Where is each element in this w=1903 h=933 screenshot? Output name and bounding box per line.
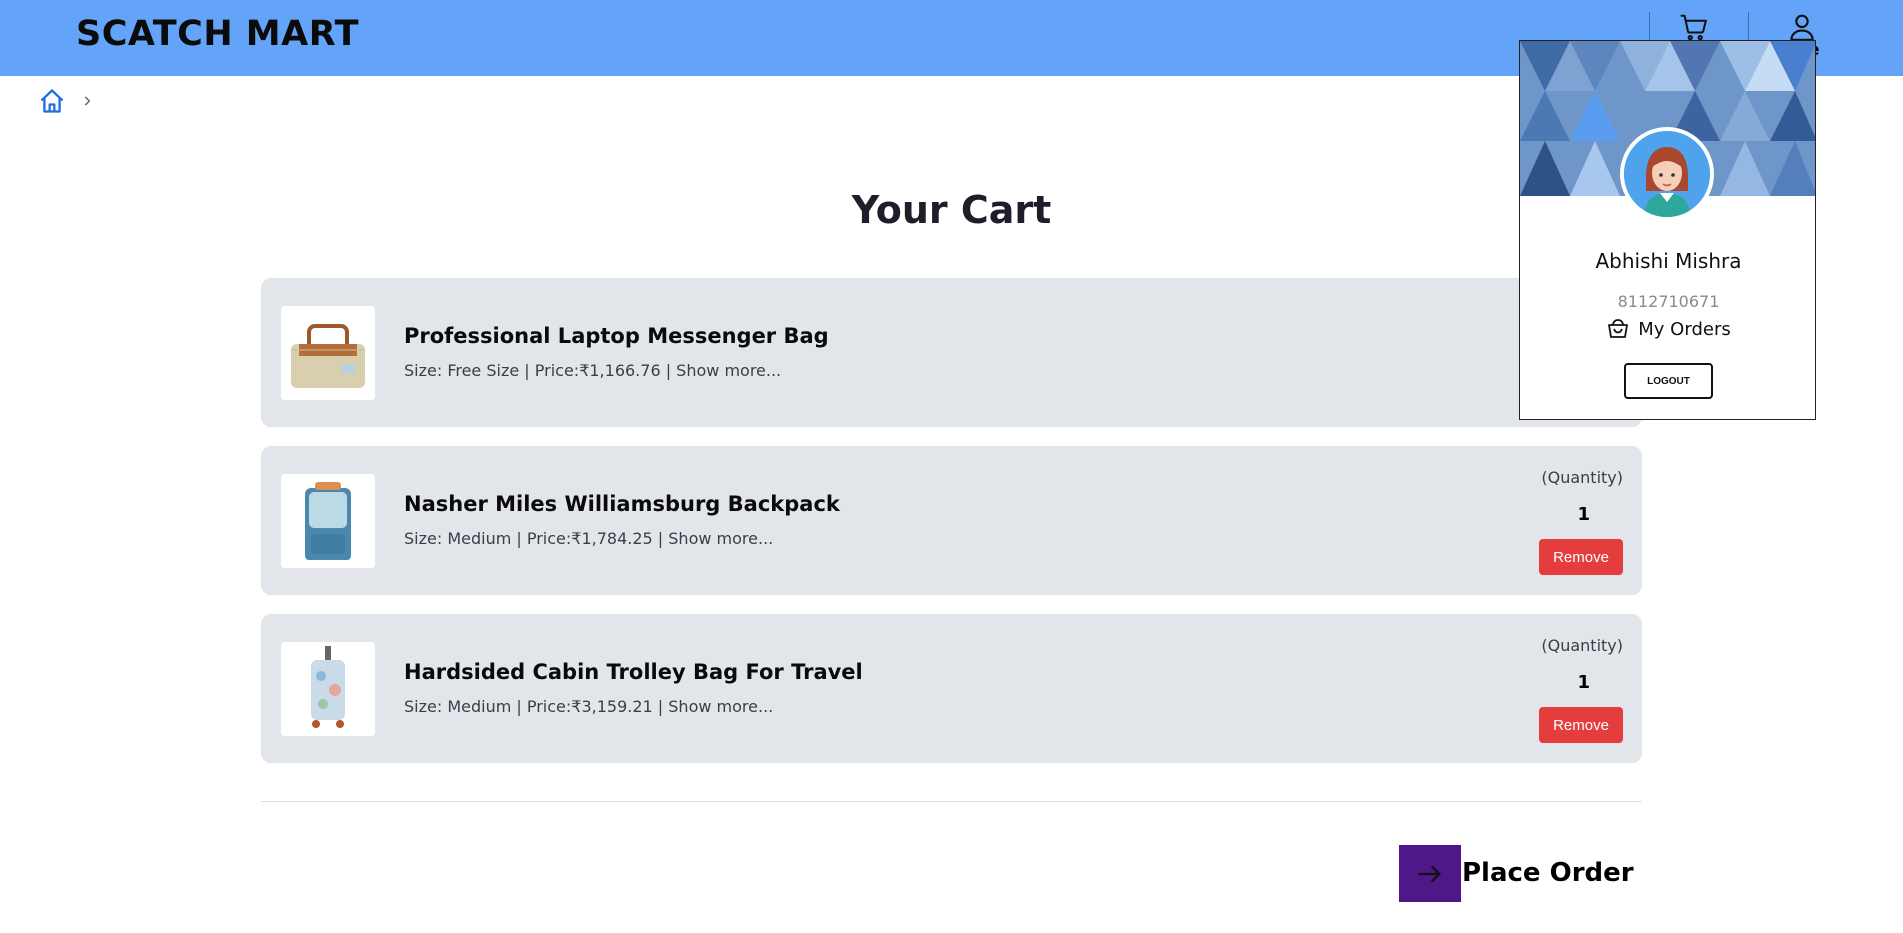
cart-item: Professional Laptop Messenger Bag Size: … [261,278,1642,427]
product-name[interactable]: Professional Laptop Messenger Bag [404,324,829,348]
quantity-label: (Quantity) [1541,468,1623,487]
breadcrumb [38,86,94,116]
place-order-label[interactable]: Place Order [1462,858,1634,888]
cart-item: Nasher Miles Williamsburg Backpack Size:… [261,446,1642,595]
chevron-right-icon [84,96,91,106]
place-order-button[interactable] [1399,845,1461,902]
navbar-divider [1748,12,1749,40]
quantity-value: 1 [1577,504,1590,525]
product-name[interactable]: Nasher Miles Williamsburg Backpack [404,492,840,516]
my-orders-label[interactable]: My Orders [1638,319,1730,340]
product-meta[interactable]: Size: Medium | Price:₹3,159.21 | Show mo… [404,697,773,716]
home-icon[interactable] [38,87,66,115]
product-name[interactable]: Hardsided Cabin Trolley Bag For Travel [404,660,863,684]
user-icon[interactable] [1785,10,1819,44]
user-name: Abhishi Mishra [1595,249,1742,273]
divider [261,801,1642,802]
product-meta[interactable]: Size: Free Size | Price:₹1,166.76 | Show… [404,361,781,380]
product-image[interactable] [281,474,375,568]
remove-button[interactable]: Remove [1539,707,1623,743]
logout-button[interactable]: LOGOUT [1624,363,1713,399]
shopping-basket-icon [1608,319,1629,338]
cart-item: Hardsided Cabin Trolley Bag For Travel S… [261,614,1642,763]
product-image[interactable] [281,306,375,400]
profile-dropdown: Abhishi Mishra 8112710671 My Orders LOGO… [1519,40,1816,420]
quantity-label: (Quantity) [1541,636,1623,655]
product-meta[interactable]: Size: Medium | Price:₹1,784.25 | Show mo… [404,529,773,548]
navbar-divider [1649,12,1650,40]
avatar [1620,127,1714,221]
quantity-value: 1 [1577,672,1590,693]
remove-button[interactable]: Remove [1539,539,1623,575]
product-image[interactable] [281,642,375,736]
brand-logo[interactable]: SCATCH MART [76,14,359,54]
arrow-right-icon [1418,865,1441,883]
cart-icon[interactable] [1679,12,1709,42]
user-phone: 8112710671 [1617,292,1720,311]
my-orders-link[interactable]: My Orders [1520,317,1815,341]
